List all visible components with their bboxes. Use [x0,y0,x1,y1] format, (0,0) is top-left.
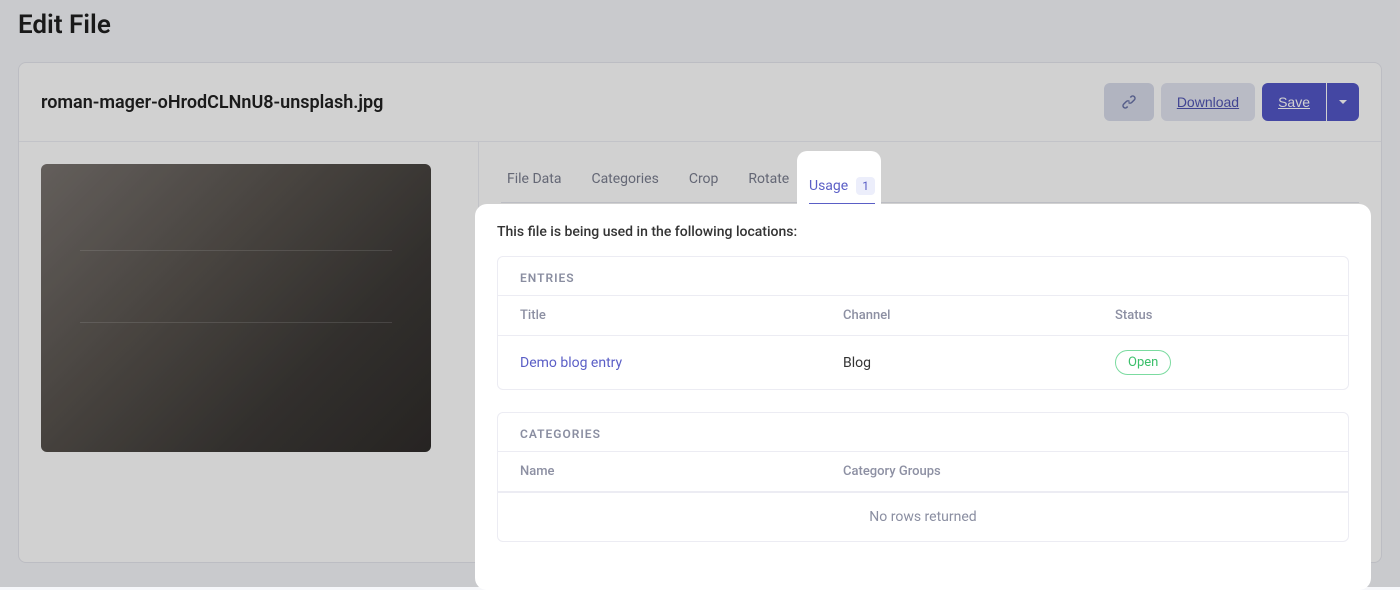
tab-file-data[interactable]: File Data [501,156,567,202]
tab-crop[interactable]: Crop [683,156,725,202]
save-button-label: Save [1278,94,1310,110]
entries-heading: ENTRIES [498,257,1348,295]
entry-status-cell: Open [1093,336,1348,390]
status-badge: Open [1115,350,1171,375]
link-icon [1120,93,1138,111]
entries-col-channel: Channel [821,296,1093,336]
entry-title-cell: Demo blog entry [498,336,821,390]
entries-col-status: Status [1093,296,1348,336]
chevron-down-icon [1338,97,1348,107]
tab-usage-count: 1 [856,177,875,195]
usage-panel: This file is being used in the following… [475,204,1371,590]
entries-header-row: Title Channel Status [498,296,1348,336]
save-button-group: Save [1262,83,1359,121]
save-button[interactable]: Save [1262,83,1326,121]
entries-col-title: Title [498,296,821,336]
categories-header-row: Name Category Groups [498,452,1348,492]
card-header: roman-mager-oHrodCLNnU8-unsplash.jpg Dow… [19,63,1381,142]
categories-col-groups: Category Groups [821,452,1348,492]
tab-usage-label: Usage [809,178,848,194]
entries-table: Title Channel Status Demo blog entry Blo… [498,295,1348,389]
image-preview [41,164,431,452]
categories-empty: No rows returned [498,492,1348,541]
download-button-label: Download [1177,94,1239,110]
categories-table: Name Category Groups [498,451,1348,492]
tabs: File Data Categories Crop Rotate Resize … [501,156,1359,203]
categories-section: CATEGORIES Name Category Groups No rows … [497,412,1349,542]
categories-heading: CATEGORIES [498,413,1348,451]
table-row: Demo blog entry Blog Open [498,336,1348,390]
link-button[interactable] [1104,83,1154,121]
filename: roman-mager-oHrodCLNnU8-unsplash.jpg [41,92,383,113]
header-actions: Download Save [1104,83,1359,121]
tab-usage[interactable]: Usage 1 [797,151,881,205]
tab-categories[interactable]: Categories [585,156,664,202]
entry-channel-cell: Blog [821,336,1093,390]
entry-title-link[interactable]: Demo blog entry [520,355,622,371]
download-button[interactable]: Download [1161,83,1255,121]
entries-section: ENTRIES Title Channel Status Demo blog e… [497,256,1349,390]
usage-intro: This file is being used in the following… [497,224,1349,240]
left-panel [19,142,479,562]
tab-rotate[interactable]: Rotate [742,156,795,202]
save-dropdown-button[interactable] [1327,83,1359,121]
page-title: Edit File [0,0,1400,62]
categories-col-name: Name [498,452,821,492]
